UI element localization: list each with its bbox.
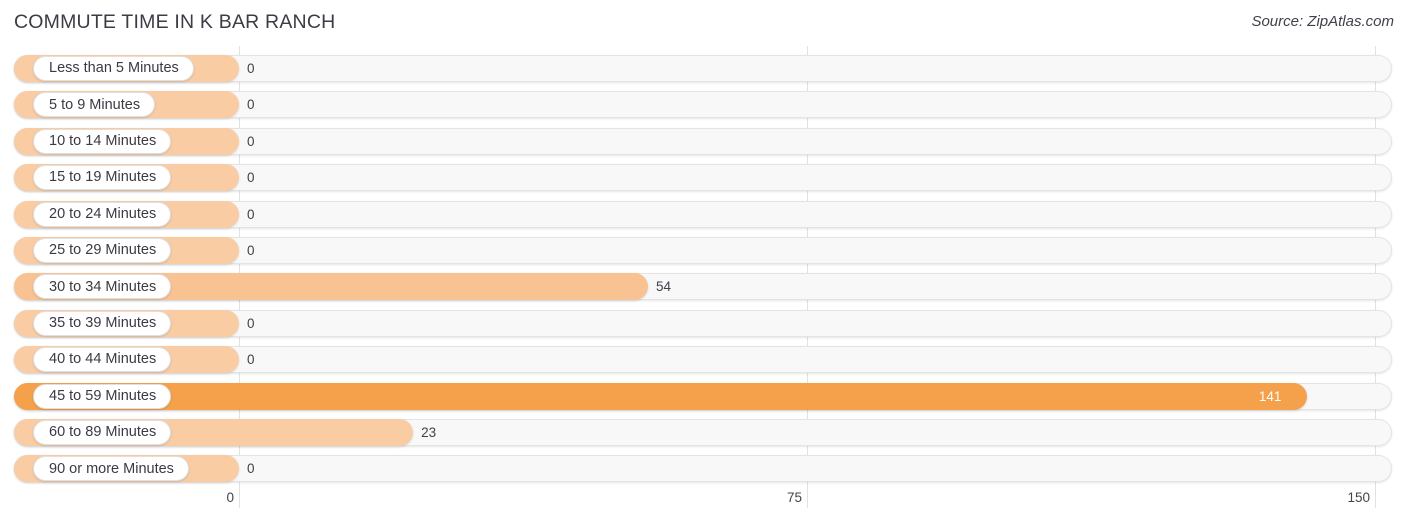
axis-tick-label: 75 (786, 490, 802, 505)
axis-tick-line (806, 484, 808, 508)
axis-tick-label: 0 (226, 490, 234, 505)
category-label-pill: 15 to 19 Minutes (33, 165, 172, 191)
category-label-pill: 30 to 34 Minutes (33, 274, 172, 300)
bar-value-label: 0 (247, 133, 255, 149)
category-label-pill: Less than 5 Minutes (33, 56, 194, 81)
bar-value-label: 0 (247, 243, 255, 258)
bar-row[interactable]: 45 to 59 Minutes 141 (14, 382, 1392, 410)
chart-plot-area: Less than 5 Minutes 0 5 to 9 Minutes 0 10 to… (0, 46, 1406, 484)
bar-value-label: 0 (247, 352, 255, 368)
x-axis: 0 75 150 (0, 484, 1406, 523)
category-label-pill: 20 to 24 Minutes (33, 201, 172, 227)
chart-header: COMMUTE TIME IN K BAR RANCH Source: ZipA… (0, 0, 1406, 46)
category-label: Less than 5 Minutes (49, 60, 179, 77)
category-label: 15 to 19 Minutes (49, 169, 157, 186)
bar-row[interactable]: 30 to 34 Minutes 54 (14, 273, 1392, 301)
category-label: 90 or more Minutes (49, 460, 174, 477)
bar-row[interactable]: 90 or more Minutes 0 (14, 455, 1392, 483)
bar-rows: Less than 5 Minutes 0 5 to 9 Minutes 0 10 to… (0, 46, 1406, 484)
category-label-pill: 10 to 14 Minutes (33, 128, 172, 154)
category-label: 5 to 9 Minutes (49, 96, 141, 113)
bar-value-label: 0 (247, 170, 255, 186)
bar-value-label: 0 (247, 97, 255, 113)
bar-row[interactable]: 60 to 89 Minutes 23 (14, 419, 1392, 446)
category-label: 30 to 34 Minutes (49, 278, 157, 295)
category-label-pill: 35 to 39 Minutes (33, 310, 172, 336)
category-label-pill: 5 to 9 Minutes (33, 92, 156, 118)
category-label-pill: 25 to 29 Minutes (33, 238, 172, 263)
category-label: 10 to 14 Minutes (49, 133, 157, 150)
bar-row[interactable]: 40 to 44 Minutes 0 (14, 346, 1392, 374)
category-label: 20 to 24 Minutes (49, 205, 157, 222)
category-label: 60 to 89 Minutes (49, 424, 157, 441)
bar-row[interactable]: 10 to 14 Minutes 0 (14, 127, 1392, 155)
bar-value-label: 54 (655, 279, 671, 295)
category-label-pill: 40 to 44 Minutes (33, 347, 172, 373)
axis-tick-line (239, 484, 240, 508)
bar-row[interactable]: 15 to 19 Minutes 0 (14, 164, 1392, 192)
category-label-pill: 60 to 89 Minutes (33, 420, 172, 445)
bar-row[interactable]: Less than 5 Minutes 0 (14, 55, 1392, 82)
category-label-pill: 90 or more Minutes (33, 456, 189, 482)
bar-row[interactable]: 35 to 39 Minutes 0 (14, 309, 1392, 337)
bar-row[interactable]: 5 to 9 Minutes 0 (14, 91, 1392, 119)
bar-value-label: 23 (421, 425, 437, 440)
bar-value-label: 141 (1258, 388, 1282, 404)
page-title: COMMUTE TIME IN K BAR RANCH (14, 11, 336, 33)
axis-tick-line (1374, 484, 1376, 508)
bar-value-label: 0 (247, 461, 255, 477)
bar-row[interactable]: 20 to 24 Minutes 0 (14, 200, 1392, 228)
category-label-pill: 45 to 59 Minutes (33, 383, 172, 409)
bar-value-label: 0 (247, 206, 255, 222)
bar-fill (14, 382, 1307, 410)
source-attribution: Source: ZipAtlas.com (1251, 13, 1394, 30)
bar-value-label: 0 (247, 61, 255, 76)
bar-row[interactable]: 25 to 29 Minutes 0 (14, 237, 1392, 264)
axis-tick-label: 150 (1347, 490, 1370, 505)
category-label: 25 to 29 Minutes (49, 242, 157, 259)
category-label: 40 to 44 Minutes (49, 351, 157, 368)
bar-value-label: 0 (247, 315, 255, 331)
category-label: 45 to 59 Minutes (49, 387, 157, 404)
category-label: 35 to 39 Minutes (49, 315, 157, 332)
